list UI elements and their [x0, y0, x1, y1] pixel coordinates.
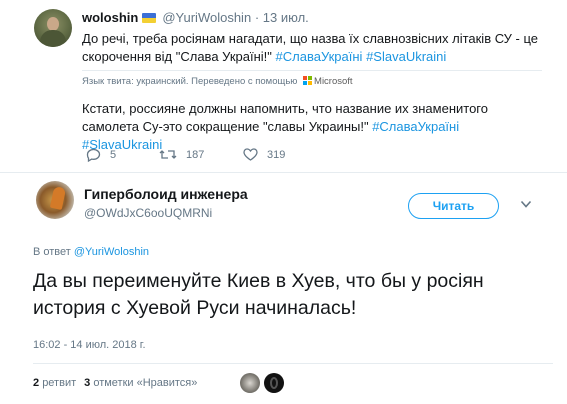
like-stat[interactable]: 3 отметки «Нравится» — [84, 377, 197, 389]
reply-context: В ответ @YuriWoloshin — [33, 246, 149, 258]
hashtag-link[interactable]: #СлаваУкраїні — [276, 49, 363, 64]
translation-note-text: Язык твита: украинский. Переведено с пом… — [82, 76, 298, 87]
microsoft-logo-icon — [303, 76, 313, 85]
quoted-tweet-date[interactable]: 13 июл. — [263, 10, 309, 25]
stats-divider — [33, 363, 553, 364]
author-avatar[interactable] — [36, 181, 74, 219]
like-stat-count: 3 — [84, 377, 91, 389]
heart-icon — [243, 148, 258, 161]
quoted-tweet[interactable]: woloshin @YuriWoloshin · 13 июл. До речі,… — [0, 0, 567, 172]
liker-avatar[interactable] — [264, 373, 284, 393]
like-count: 319 — [267, 148, 286, 161]
like-action[interactable]: 319 — [243, 148, 285, 161]
liker-avatar[interactable] — [240, 373, 260, 393]
quoted-author-avatar[interactable] — [34, 9, 72, 47]
retweet-icon — [159, 150, 177, 159]
author-name[interactable]: Гиперболоид инженера — [84, 186, 248, 202]
reply-icon — [86, 148, 101, 162]
follow-button[interactable]: Читать — [408, 193, 499, 219]
hashtag-link[interactable]: #SlavaUkraini — [366, 49, 446, 64]
retweet-stat[interactable]: 2 ретвит — [33, 377, 76, 389]
tweet-timestamp[interactable]: 16:02 - 14 июл. 2018 г. — [33, 339, 146, 351]
quoted-author-name[interactable]: woloshin — [82, 10, 138, 25]
header-separator: · — [254, 10, 260, 25]
translation-note: Язык твита: украинский. Переведено с пом… — [82, 70, 542, 88]
ukraine-flag-icon — [142, 13, 157, 23]
retweet-stat-label: ретвит — [42, 377, 77, 389]
retweet-count: 187 — [186, 148, 205, 161]
translator-brand: Microsoft — [314, 76, 353, 87]
reply-action[interactable]: 5 — [86, 148, 116, 162]
retweet-stat-count: 2 — [33, 377, 40, 389]
tweet-divider — [0, 172, 567, 173]
tweet-text: Да вы переименуйте Киев в Хуев, что бы у… — [33, 270, 484, 319]
reply-count: 5 — [110, 149, 117, 161]
retweet-action[interactable]: 187 — [159, 148, 204, 161]
quoted-tweet-header: woloshin @YuriWoloshin · 13 июл. — [82, 10, 309, 25]
hashtag-link[interactable]: #СлаваУкраїні — [372, 119, 459, 134]
tweet-stats: 2 ретвит 3 отметки «Нравится» — [33, 377, 197, 389]
quoted-author-handle[interactable]: @YuriWoloshin — [162, 10, 251, 25]
reply-prefix: В ответ — [33, 246, 74, 258]
reply-to-handle[interactable]: @YuriWoloshin — [74, 246, 149, 258]
translated-text: Кстати, россияне должны напомнить, что н… — [82, 100, 542, 154]
like-stat-label: отметки «Нравится» — [93, 377, 198, 389]
chevron-down-icon[interactable] — [520, 199, 532, 209]
author-handle[interactable]: @OWdJxC6ooUQMRNi — [84, 206, 212, 220]
quoted-tweet-text: До речі, треба росіянам нагадати, що наз… — [82, 30, 542, 66]
